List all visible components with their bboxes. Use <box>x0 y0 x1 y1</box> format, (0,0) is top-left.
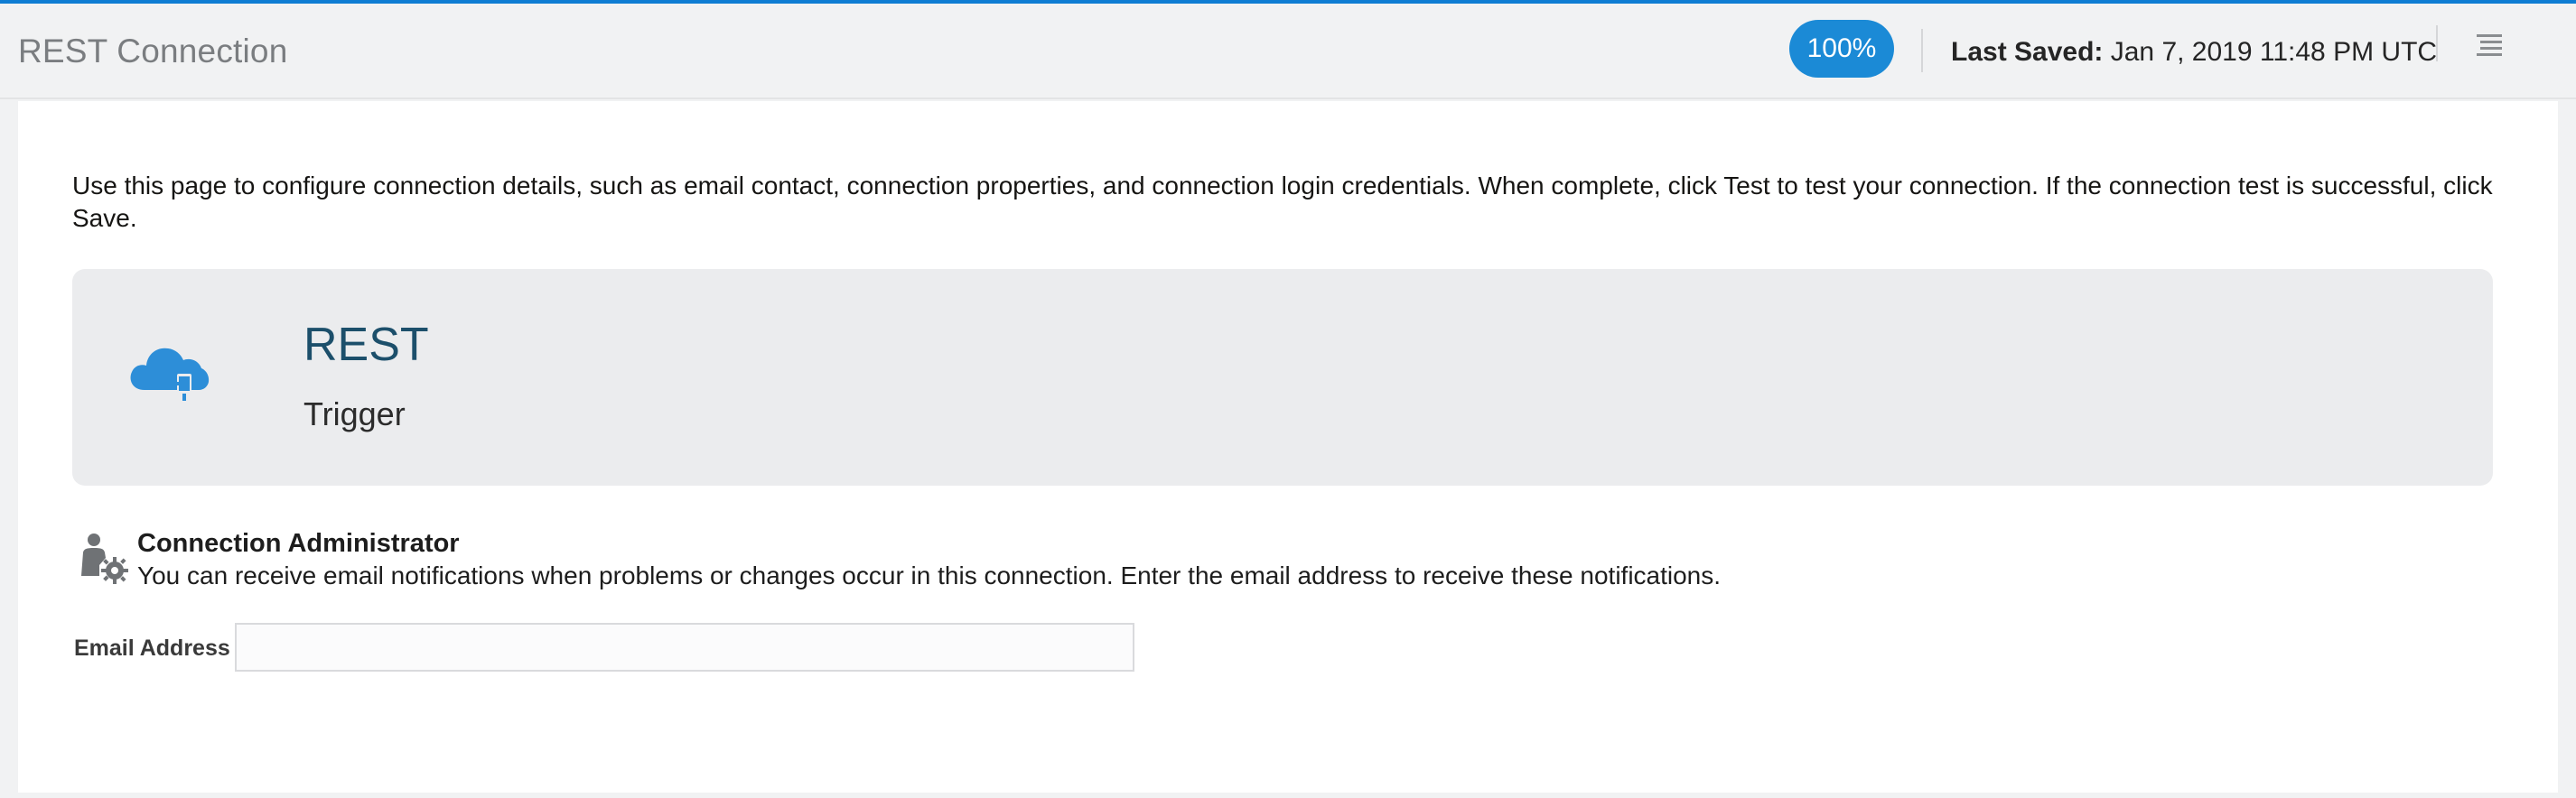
last-saved-status: Last Saved: Jan 7, 2019 11:48 PM UTC <box>1951 37 2437 68</box>
hamburger-menu-icon[interactable] <box>2471 29 2507 65</box>
progress-badge: 100% <box>1789 20 1894 78</box>
rest-cloud-icon <box>125 334 215 410</box>
header-divider <box>1921 29 1923 72</box>
email-address-label: Email Address <box>74 636 230 661</box>
adapter-role: Trigger <box>303 395 406 432</box>
connection-panel: Use this page to configure connection de… <box>18 101 2558 793</box>
page-header: REST Connection 100% Last Saved: Jan 7, … <box>0 4 2576 99</box>
last-saved-value: Jan 7, 2019 11:48 PM UTC <box>2110 37 2438 67</box>
intro-text: Use this page to configure connection de… <box>72 172 2493 232</box>
admin-gear-icon <box>76 531 130 585</box>
admin-section-description: You can receive email notifications when… <box>137 561 1722 589</box>
adapter-name: REST <box>303 319 429 371</box>
admin-section-title: Connection Administrator <box>137 529 460 558</box>
email-address-input[interactable] <box>235 623 1134 672</box>
header-divider <box>2436 25 2438 61</box>
page-title: REST Connection <box>18 32 288 70</box>
adapter-card: REST Trigger <box>72 269 2493 486</box>
last-saved-label: Last Saved: <box>1951 37 2104 67</box>
